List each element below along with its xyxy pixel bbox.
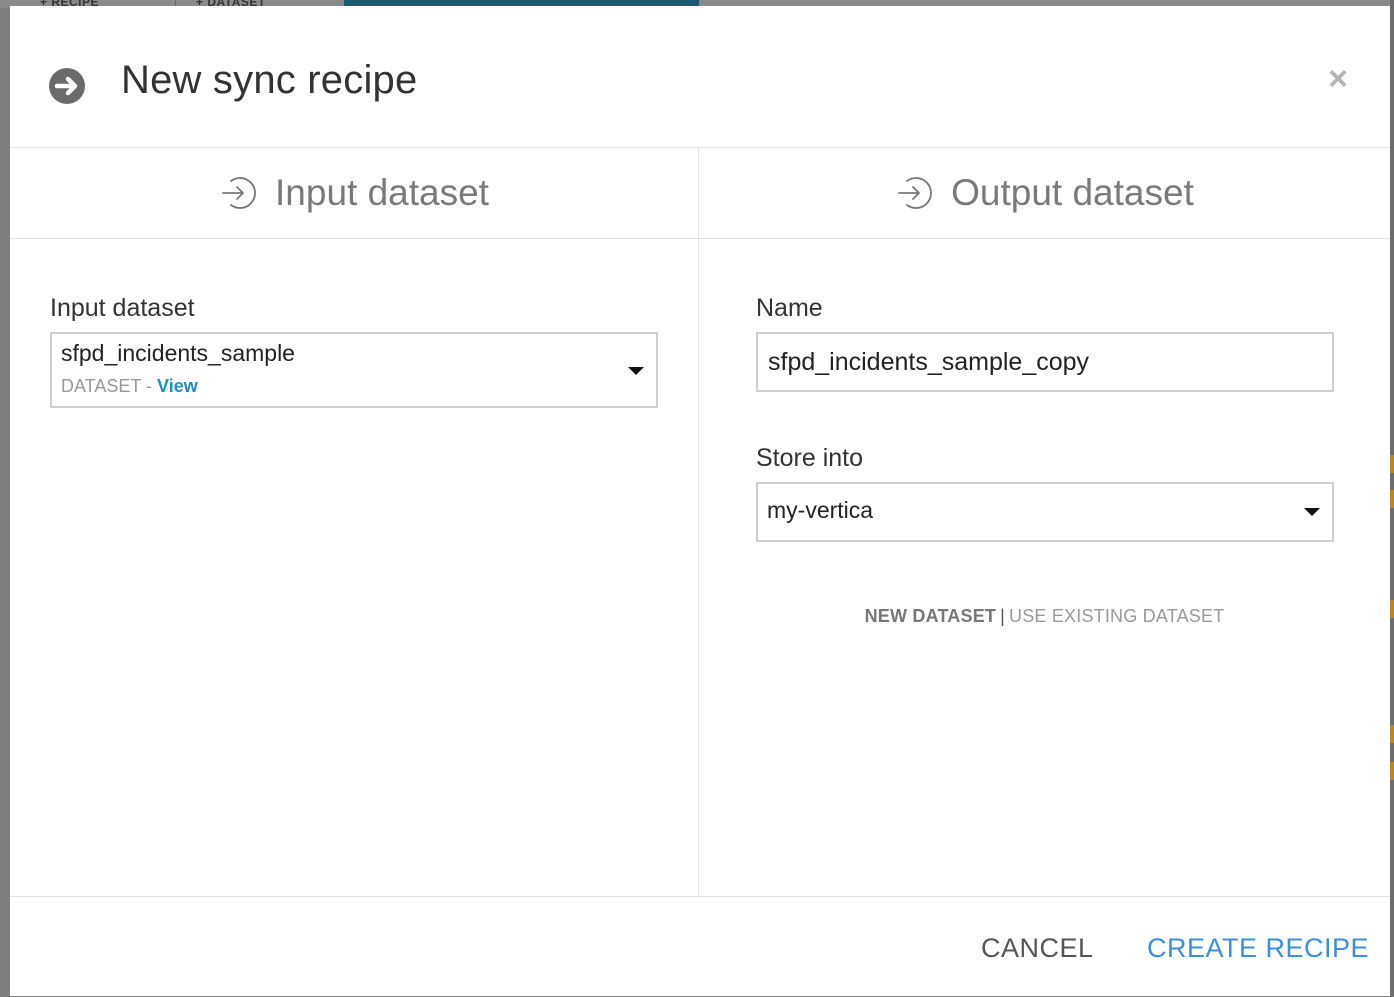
cancel-button[interactable]: CANCEL [981,933,1094,964]
create-recipe-button[interactable]: CREATE RECIPE [1147,933,1369,964]
sign-in-icon [222,177,256,209]
chevron-down-icon [1304,508,1320,516]
store-into-label: Store into [756,444,864,472]
selected-dataset-name: sfpd_incidents_sample [61,340,295,366]
background-marker [1390,490,1394,508]
background-right-edge [1390,0,1394,996]
mode-separator: | [1000,606,1006,626]
close-button[interactable]: × [1323,62,1353,96]
new-dataset-option[interactable]: NEW DATASET [865,606,997,626]
modal-footer: CANCEL CREATE RECIPE [10,896,1390,997]
modal-header: New sync recipe × [10,6,1390,148]
dataset-mode-toggle: NEW DATASET | USE EXISTING DATASET [699,606,1390,627]
store-into-select[interactable]: my-vertica [756,482,1334,542]
input-heading-label: Input dataset [275,172,489,213]
output-name-input[interactable] [756,332,1334,392]
view-dataset-link[interactable]: View [157,376,198,396]
background-marker [1390,455,1394,473]
dataset-meta-separator: - [141,376,158,396]
arrow-circle-right-icon [49,68,85,104]
use-existing-dataset-option[interactable]: USE EXISTING DATASET [1009,606,1224,626]
store-into-value: my-vertica [767,497,874,523]
modal-title: New sync recipe [121,58,418,102]
sign-in-icon [898,177,932,209]
background-marker [1390,600,1394,618]
name-label: Name [756,294,823,322]
new-sync-recipe-modal: New sync recipe × Input dataset Input da… [10,6,1390,996]
output-heading-label: Output dataset [951,172,1194,213]
dataset-type: DATASET [61,376,142,396]
input-column: Input dataset Input dataset sfpd_inciden… [10,148,699,896]
output-column: Output dataset Name Store into my-vertic… [699,148,1390,896]
output-column-heading: Output dataset [699,148,1390,239]
background-marker [1390,762,1394,780]
input-dataset-label: Input dataset [50,294,195,322]
chevron-down-icon [628,367,644,375]
background-marker [1390,725,1394,743]
dataset-meta: DATASET - View [61,376,198,397]
input-dataset-select[interactable]: sfpd_incidents_sample DATASET - View [50,332,658,408]
input-column-heading: Input dataset [10,148,698,239]
